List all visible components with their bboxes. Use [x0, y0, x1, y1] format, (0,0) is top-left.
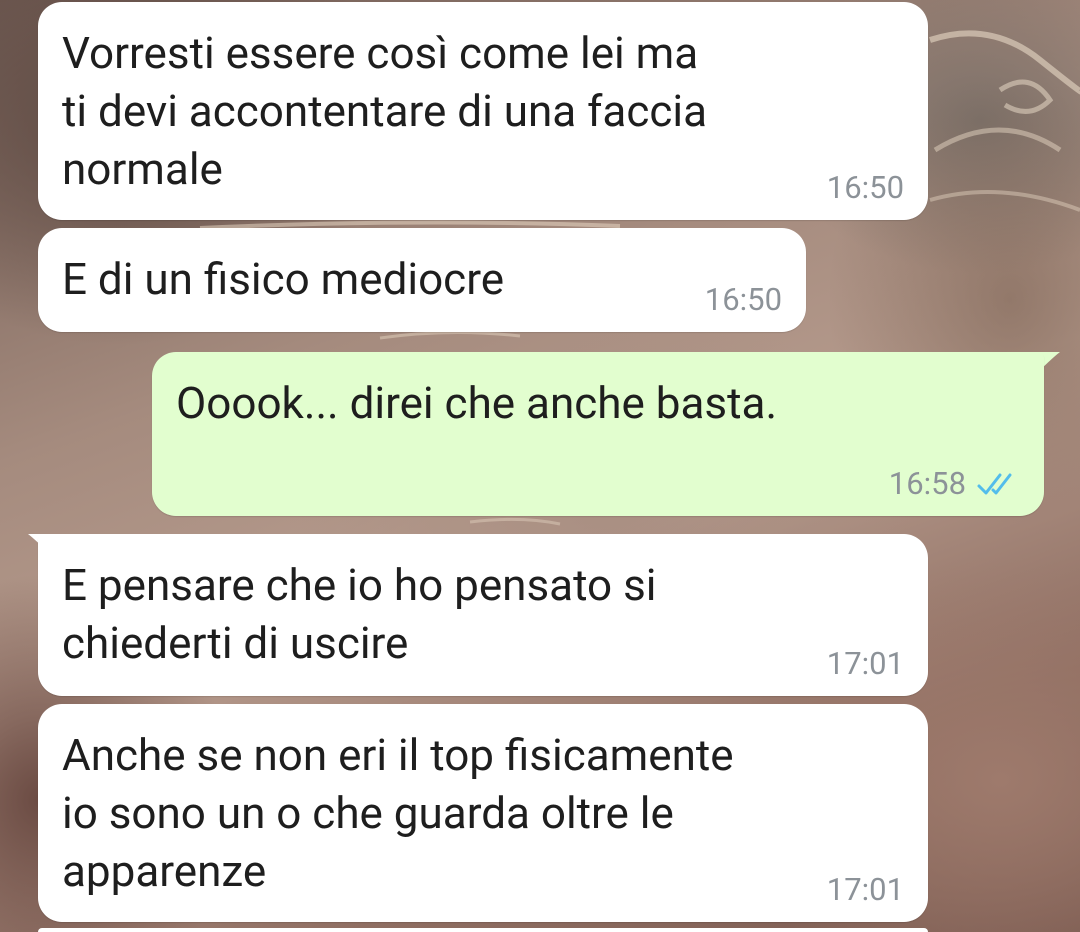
message-time: 16:58 [888, 465, 966, 502]
message-bubble-incoming[interactable]: Vorresti essere così come lei ma ti devi… [38, 2, 928, 220]
message-meta: 16:50 [827, 170, 904, 206]
message-text: E di un fisico mediocre [62, 253, 505, 305]
message-time: 17:01 [826, 645, 904, 682]
double-check-read-icon [977, 473, 1012, 495]
message-time: 16:50 [826, 169, 904, 206]
message-time: 17:01 [826, 871, 904, 908]
message-bubble-incoming[interactable]: E di un fisico mediocre 16:50 [38, 228, 806, 332]
message-text: Vorresti essere così come lei ma ti devi… [62, 27, 708, 195]
message-meta: 17:01 [827, 872, 904, 908]
message-bubble-outgoing[interactable]: Ooook... direi che anche basta. 16:58 [152, 352, 1044, 516]
message-text: Ooook... direi che anche basta. [176, 377, 778, 429]
message-meta: 17:01 [827, 646, 904, 682]
message-text: E pensare che io ho pensato si chiederti… [62, 559, 657, 669]
message-meta: 16:58 [889, 466, 1020, 502]
message-meta: 16:50 [705, 282, 782, 318]
message-bubble-incoming-partial[interactable] [38, 928, 928, 932]
message-text: Anche se non eri il top fisicamente io s… [62, 729, 734, 897]
message-time: 16:50 [704, 281, 782, 318]
message-bubble-incoming[interactable]: Anche se non eri il top fisicamente io s… [38, 704, 928, 922]
message-bubble-incoming[interactable]: E pensare che io ho pensato si chiederti… [38, 534, 928, 696]
